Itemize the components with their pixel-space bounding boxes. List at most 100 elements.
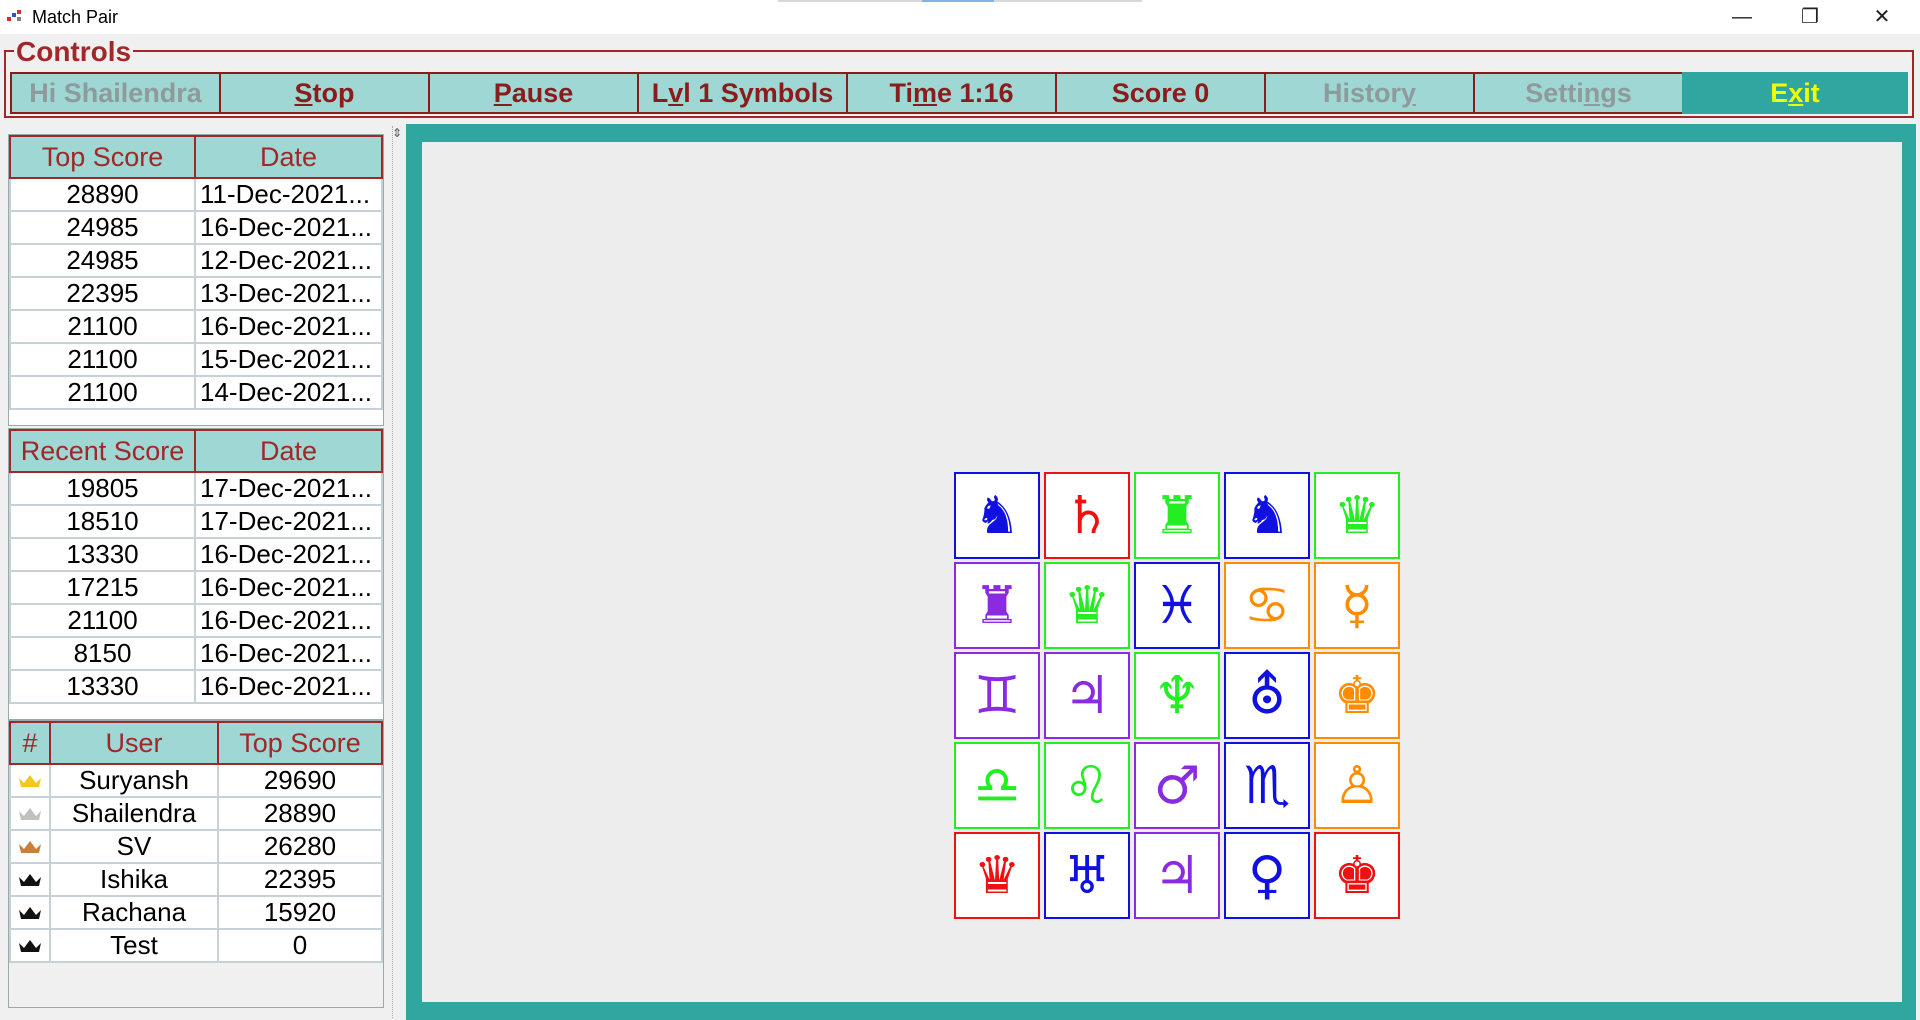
score-cell[interactable]: 28890 [9,177,196,212]
tile-cancer-icon[interactable]: ♋ [1224,562,1310,649]
date-cell[interactable]: 15-Dec-2021... [194,342,383,377]
tile-scorpio-icon[interactable]: ♏ [1224,742,1310,829]
date-cell[interactable]: 16-Dec-2021... [194,537,383,572]
recent-score-row[interactable]: 17215 16-Dec-2021... [9,570,383,605]
user-cell[interactable]: SV [49,829,219,864]
score-cell[interactable]: 21100 [9,309,196,344]
user-cell[interactable]: Suryansh [49,763,219,798]
date-cell[interactable]: 13-Dec-2021... [194,276,383,311]
score-cell[interactable]: 15920 [217,895,383,930]
tile-king-icon[interactable]: ♚ [1314,832,1400,919]
score-cell[interactable]: 21100 [9,375,196,410]
score-cell[interactable]: 13330 [9,537,196,572]
tile-uranus-astro-icon[interactable]: ♅ [1044,832,1130,919]
date-header[interactable]: Date [194,135,383,179]
top-score-row[interactable]: 21100 14-Dec-2021... [9,375,383,410]
user-cell[interactable]: Ishika [49,862,219,897]
tile-mercury-icon[interactable]: ☿ [1314,562,1400,649]
time-display[interactable]: Ti m e 1:16 [846,72,1057,114]
date-cell[interactable]: 16-Dec-2021... [194,309,383,344]
tile-knight-icon[interactable]: ♞ [1224,472,1310,559]
score-display[interactable]: Score 0 [1055,72,1266,114]
score-cell[interactable]: 21100 [9,603,196,638]
recent-score-row[interactable]: 13330 16-Dec-2021... [9,537,383,572]
score-cell[interactable]: 24985 [9,243,196,278]
tile-neptune-icon[interactable]: ♆ [1134,652,1220,739]
score-cell[interactable]: 28890 [217,796,383,831]
date-cell[interactable]: 16-Dec-2021... [194,570,383,605]
rank-cell[interactable] [9,895,51,930]
score-cell[interactable]: 29690 [217,763,383,798]
panel-splitter[interactable] [392,126,403,1018]
date-cell[interactable]: 12-Dec-2021... [194,243,383,278]
tile-libra-icon[interactable]: ♎ [954,742,1040,829]
tile-jupiter-icon[interactable]: ♃ [1044,652,1130,739]
tile-king-icon[interactable]: ♚ [1314,652,1400,739]
recent-score-row[interactable]: 18510 17-Dec-2021... [9,504,383,539]
tile-knight-icon[interactable]: ♞ [954,472,1040,559]
tile-queen-icon[interactable]: ♛ [1314,472,1400,559]
restore-button[interactable]: ❐ [1780,0,1840,34]
score-cell[interactable]: 24985 [9,210,196,245]
recent-score-row[interactable]: 21100 16-Dec-2021... [9,603,383,638]
rank-cell[interactable] [9,862,51,897]
stop-button[interactable]: Stop [219,72,430,114]
tile-pisces-icon[interactable]: ♓ [1134,562,1220,649]
minimize-button[interactable]: — [1712,0,1772,34]
top-score-row[interactable]: 24985 12-Dec-2021... [9,243,383,278]
recent-score-row[interactable]: 13330 16-Dec-2021... [9,669,383,704]
user-header[interactable]: User [49,721,219,765]
splitter-arrow-icon[interactable]: ⇕ [392,126,402,140]
top-score-row[interactable]: 22395 13-Dec-2021... [9,276,383,311]
date-cell[interactable]: 17-Dec-2021... [194,504,383,539]
score-cell[interactable]: 26280 [217,829,383,864]
exit-button[interactable]: Ex it [1682,72,1908,114]
score-cell[interactable]: 8150 [9,636,196,671]
top-score-row[interactable]: 21100 16-Dec-2021... [9,309,383,344]
user-cell[interactable]: Test [49,928,219,963]
leaderboard-grid[interactable]: # User Top Score Suryansh 29690 Shailendra… [8,720,384,1008]
level-button[interactable]: Lvl 1 Symbols [637,72,848,114]
recent-score-row[interactable]: 19805 17-Dec-2021... [9,471,383,506]
score-cell[interactable]: 22395 [217,862,383,897]
tile-uranus-icon[interactable]: ⛢ [1224,652,1310,739]
tile-rook-icon[interactable]: ♜ [954,562,1040,649]
top-score-row[interactable]: 24985 16-Dec-2021... [9,210,383,245]
pause-button[interactable]: Pause [428,72,639,114]
date-header[interactable]: Date [194,429,383,473]
leaderboard-row[interactable]: Suryansh 29690 [9,763,383,798]
top-score-header[interactable]: Top Score [9,135,196,179]
rank-cell[interactable] [9,928,51,963]
leaderboard-row[interactable]: Rachana 15920 [9,895,383,930]
leaderboard-row[interactable]: Ishika 22395 [9,862,383,897]
score-cell[interactable]: 17215 [9,570,196,605]
recent-score-row[interactable]: 8150 16-Dec-2021... [9,636,383,671]
tile-pawn-icon[interactable]: ♙ [1314,742,1400,829]
date-cell[interactable]: 14-Dec-2021... [194,375,383,410]
leaderboard-row[interactable]: Test 0 [9,928,383,963]
close-button[interactable]: ✕ [1852,0,1912,34]
score-cell[interactable]: 19805 [9,471,196,506]
rank-cell[interactable] [9,829,51,864]
tile-mars-icon[interactable]: ♂ [1134,742,1220,829]
top-scores-grid[interactable]: Top Score Date 28890 11-Dec-2021... 24985 1… [8,134,384,426]
date-cell[interactable]: 11-Dec-2021... [194,177,383,212]
tile-queen-icon[interactable]: ♛ [954,832,1040,919]
top-score-header[interactable]: Top Score [217,721,383,765]
user-cell[interactable]: Shailendra [49,796,219,831]
tile-gemini-icon[interactable]: ♊ [954,652,1040,739]
tile-rook-icon[interactable]: ♜ [1134,472,1220,559]
rank-header[interactable]: # [9,721,51,765]
score-cell[interactable]: 13330 [9,669,196,704]
tile-jupiter-icon[interactable]: ♃ [1134,832,1220,919]
date-cell[interactable]: 16-Dec-2021... [194,636,383,671]
score-cell[interactable]: 0 [217,928,383,963]
date-cell[interactable]: 16-Dec-2021... [194,210,383,245]
tile-venus-icon[interactable]: ♀ [1224,832,1310,919]
date-cell[interactable]: 16-Dec-2021... [194,669,383,704]
date-cell[interactable]: 16-Dec-2021... [194,603,383,638]
tile-queen-icon[interactable]: ♛ [1044,562,1130,649]
leaderboard-row[interactable]: SV 26280 [9,829,383,864]
score-cell[interactable]: 22395 [9,276,196,311]
top-score-row[interactable]: 21100 15-Dec-2021... [9,342,383,377]
